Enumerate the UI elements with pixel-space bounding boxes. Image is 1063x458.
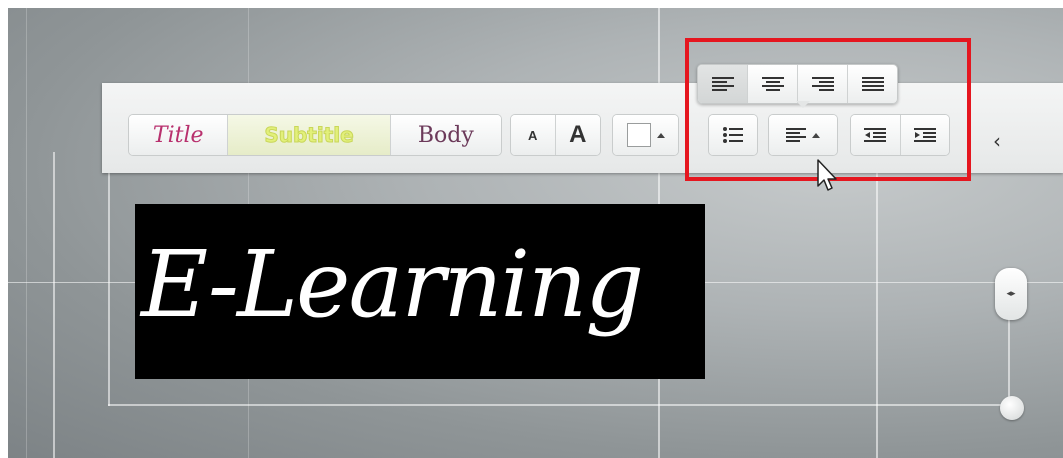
decrease-font-size-button[interactable]: A	[511, 115, 556, 155]
increase-font-size-button[interactable]: A	[555, 115, 600, 155]
chevron-left-icon[interactable]: ‹	[988, 130, 1006, 152]
color-swatch	[626, 123, 651, 147]
guide-line	[53, 152, 55, 458]
font-size-group: A A	[510, 114, 601, 156]
left-right-arrows-icon: ◂▸	[1006, 289, 1016, 299]
guide-line	[876, 168, 878, 458]
slider-knob[interactable]	[1000, 396, 1024, 420]
guide-line	[26, 8, 27, 458]
resize-handle[interactable]: ◂▸	[995, 268, 1027, 320]
title-style-button[interactable]: Title	[129, 115, 229, 155]
style-presets-group: Title Subtitle Body	[128, 114, 502, 156]
text-box-content: E-Learning	[141, 231, 644, 338]
text-color-button[interactable]	[613, 115, 678, 155]
text-box[interactable]: E-Learning	[135, 204, 705, 379]
guide-line	[108, 404, 1008, 406]
text-color-group	[612, 114, 679, 156]
caret-up-icon	[656, 132, 665, 138]
body-style-button[interactable]: Body	[390, 115, 501, 155]
subtitle-style-button[interactable]: Subtitle	[228, 115, 391, 155]
mouse-cursor-icon	[817, 159, 837, 191]
guide-line	[108, 158, 110, 406]
